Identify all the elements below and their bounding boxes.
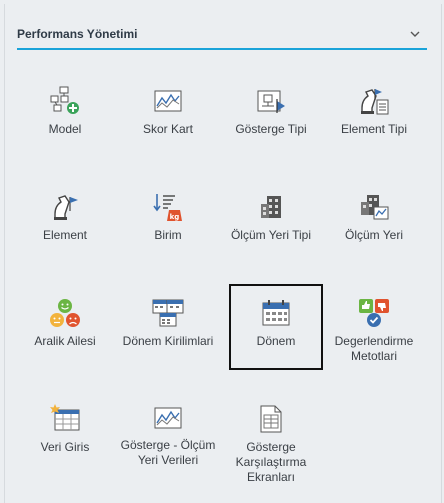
element-icon xyxy=(48,192,82,222)
thumbs-evaluation-icon xyxy=(357,298,391,328)
element-type-icon xyxy=(357,86,391,116)
tile-label: Skor Kart xyxy=(142,122,193,136)
smiley-faces-icon xyxy=(48,298,82,328)
tile-veri-giris[interactable]: Veri Giris xyxy=(13,382,117,468)
tile-donem[interactable]: Dönem xyxy=(229,284,323,370)
tile-element[interactable]: Element xyxy=(13,170,117,256)
tile-label: Birim xyxy=(154,228,182,242)
data-entry-icon xyxy=(48,404,82,434)
section-title: Performans Yönetimi xyxy=(17,27,138,41)
unit-kg-icon: kg xyxy=(151,192,185,222)
calendar-icon xyxy=(259,298,293,328)
tile-model[interactable]: Model xyxy=(13,64,117,150)
tile-element-tipi[interactable]: Element Tipi xyxy=(322,64,426,150)
section-header[interactable]: Performans Yönetimi xyxy=(13,20,431,48)
comparison-document-icon xyxy=(254,404,288,434)
tile-label: Aralik Ailesi xyxy=(34,334,96,348)
tile-skor-kart[interactable]: Skor Kart xyxy=(116,64,220,150)
panel: Performans Yönetimi Model Skor Kart Göst… xyxy=(4,4,442,503)
tile-label: Veri Giris xyxy=(40,440,90,454)
scorecard-chart-icon xyxy=(151,86,185,116)
tile-label: Dönem xyxy=(256,334,296,348)
building-type-icon xyxy=(254,192,288,222)
model-hierarchy-icon xyxy=(48,86,82,116)
svg-text:kg: kg xyxy=(170,213,180,221)
tile-birim[interactable]: kg Birim xyxy=(116,170,220,256)
tile-degerlendirme-metotlari[interactable]: Degerlendirme Metotlari xyxy=(322,276,426,363)
tile-label: Ölçüm Yeri Tipi xyxy=(230,228,312,242)
tile-label: Degerlendirme Metotlari xyxy=(334,334,414,363)
tile-gosterge-tipi[interactable]: Gösterge Tipi xyxy=(219,64,323,150)
tile-donem-kirilimlari[interactable]: Dönem Kirilimlari xyxy=(116,276,220,362)
tile-label: Gösterge Karşılaştırma Ekranları xyxy=(235,440,307,484)
tile-label: Gösterge - Ölçüm Yeri Verileri xyxy=(120,438,216,467)
tile-olcum-yeri[interactable]: Ölçüm Yeri xyxy=(322,170,426,256)
tile-label: Element xyxy=(42,228,88,242)
chevron-down-icon[interactable] xyxy=(409,28,421,40)
chart-data-icon xyxy=(151,404,185,432)
calendars-icon xyxy=(151,298,185,328)
tile-olcum-yeri-tipi[interactable]: Ölçüm Yeri Tipi xyxy=(219,170,323,256)
tile-label: Element Tipi xyxy=(340,122,408,136)
section-underline xyxy=(17,48,427,50)
tile-label: Model xyxy=(48,122,82,136)
tile-label: Gösterge Tipi xyxy=(235,122,307,136)
tile-label: Dönem Kirilimlari xyxy=(122,334,214,348)
tile-gosterge-karsilastirma-ekranlari[interactable]: Gösterge Karşılaştırma Ekranları xyxy=(219,382,323,492)
tile-label: Ölçüm Yeri xyxy=(344,228,404,242)
indicator-type-icon xyxy=(254,86,288,116)
tile-aralik-ailesi[interactable]: Aralik Ailesi xyxy=(13,276,117,362)
building-chart-icon xyxy=(357,192,391,222)
tile-gosterge-olcum-yeri-verileri[interactable]: Gösterge - Ölçüm Yeri Verileri xyxy=(116,382,220,468)
